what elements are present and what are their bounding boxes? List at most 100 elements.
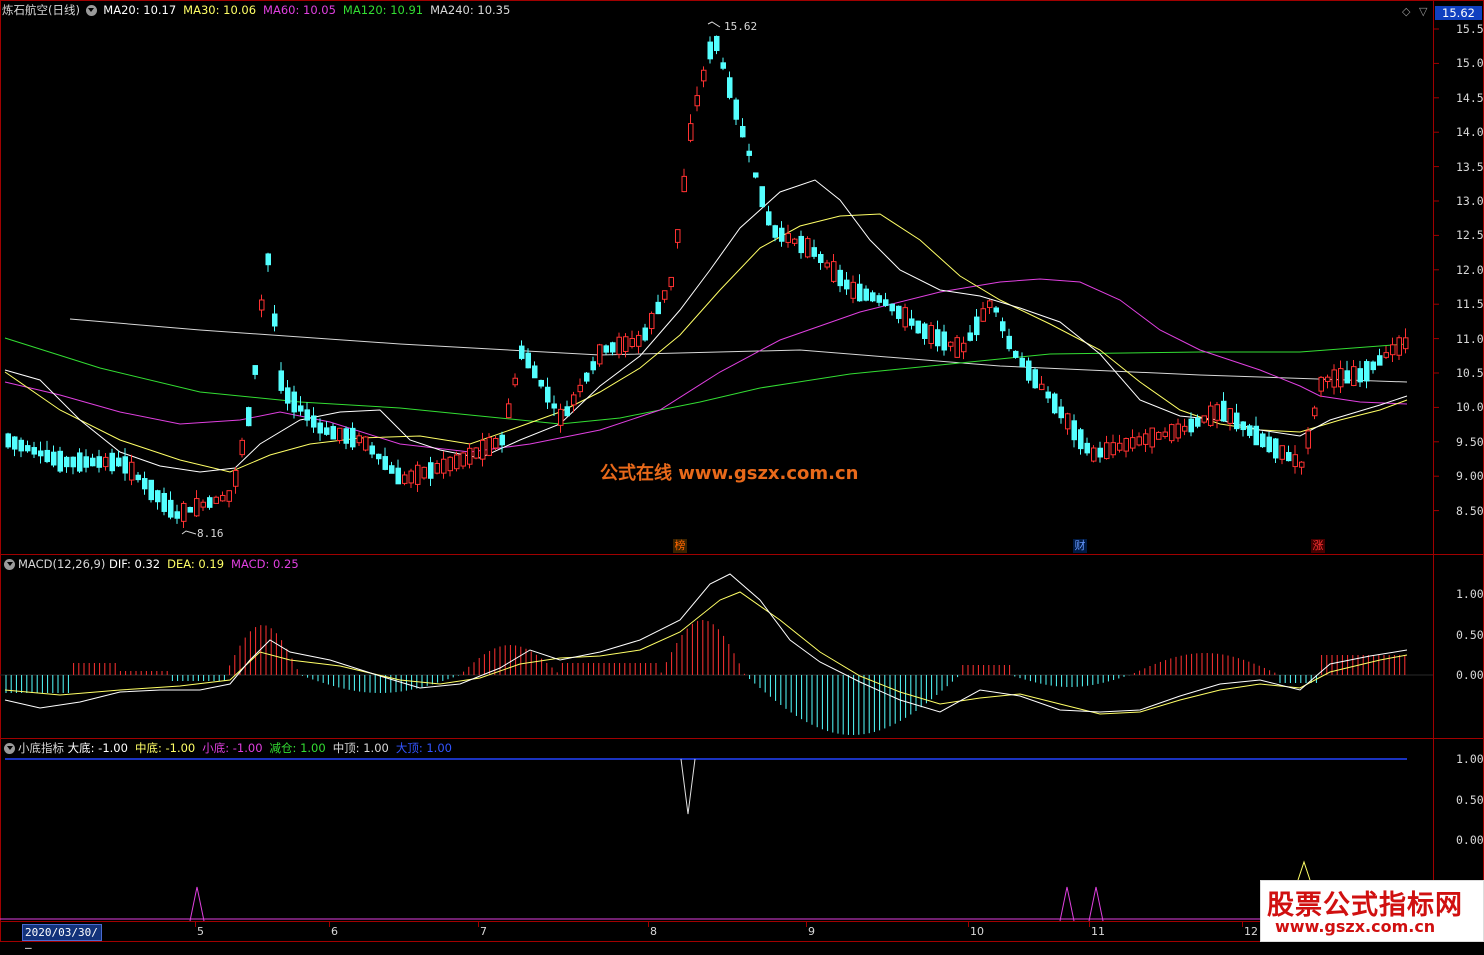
candlestick	[350, 427, 356, 448]
candlestick	[1318, 376, 1324, 392]
month-tick	[1089, 921, 1090, 927]
candlestick	[1071, 420, 1077, 441]
dropdown-icon[interactable]	[4, 559, 15, 570]
candlestick	[233, 469, 239, 487]
candlestick	[109, 452, 115, 472]
ma-item-4: MA240: 10.35	[430, 3, 511, 17]
candlestick	[1156, 431, 1162, 440]
price-tick-label: 12.50	[1456, 228, 1484, 243]
macd-title[interactable]: MACD(12,26,9)	[18, 557, 105, 571]
price-tick-label: 13.00	[1456, 194, 1484, 208]
candlestick	[1208, 405, 1214, 426]
candlestick	[77, 452, 83, 472]
candlestick	[1182, 425, 1188, 432]
diamond-icon[interactable]: ◇	[1402, 5, 1410, 18]
candlestick	[473, 447, 479, 459]
candlestick	[44, 449, 50, 463]
macd-tick-label: 1.00	[1456, 587, 1484, 601]
candlestick	[688, 123, 694, 141]
candlestick	[577, 384, 583, 393]
candlestick	[148, 479, 154, 501]
indicator-top-signal	[680, 758, 696, 815]
candlestick	[1188, 418, 1194, 433]
candlestick	[883, 299, 889, 306]
candlestick	[1162, 431, 1168, 437]
price-tick-label: 11.50	[1456, 297, 1484, 312]
candlestick	[1260, 433, 1266, 448]
candlestick	[434, 463, 440, 474]
candlestick	[649, 312, 655, 330]
candlestick	[246, 407, 252, 427]
indicator-item-4: 中顶: 1.00	[332, 741, 389, 755]
candlestick	[538, 379, 544, 387]
candlestick	[551, 403, 557, 409]
candlestick	[987, 300, 993, 308]
candlestick	[12, 436, 18, 450]
candlestick	[200, 501, 206, 508]
badge-finance[interactable]: 财	[1073, 539, 1087, 553]
macd-tick-label: 0.00	[1456, 668, 1484, 682]
month-label: 12	[1244, 925, 1258, 938]
candlestick	[116, 457, 122, 467]
candlestick	[857, 283, 863, 302]
candlestick	[1091, 447, 1097, 462]
macd-item-0: DIF: 0.32	[109, 557, 161, 571]
candlestick	[785, 233, 791, 243]
candlestick	[285, 387, 291, 404]
candlestick	[1065, 413, 1071, 430]
candlestick	[915, 320, 921, 334]
candlestick	[220, 494, 226, 502]
candlestick	[1104, 442, 1110, 460]
candlestick	[902, 307, 908, 328]
candlestick	[558, 408, 564, 426]
candlestick	[1149, 427, 1155, 448]
price-tick-label: 14.00	[1456, 125, 1484, 140]
chevron-down-icon[interactable]: ▽	[1419, 5, 1427, 18]
candlestick	[662, 290, 668, 300]
dropdown-icon[interactable]	[4, 743, 15, 754]
candlestick	[772, 225, 778, 238]
candlestick	[259, 299, 265, 311]
candlestick	[57, 450, 63, 472]
badge-limit-up[interactable]: 涨	[1311, 539, 1325, 553]
indicator-title[interactable]: 小底指标	[18, 741, 64, 755]
candlestick	[1006, 335, 1012, 350]
candlestick	[798, 235, 804, 254]
badge-rank[interactable]: 榜	[673, 539, 687, 553]
price-tick-label: 8.50	[1456, 503, 1484, 518]
dropdown-icon[interactable]	[85, 5, 97, 16]
candlestick	[1123, 438, 1129, 452]
price-tick-label: 9.50	[1456, 434, 1484, 449]
low-annotation: 8.16	[197, 527, 224, 540]
macd-dea-line	[4, 591, 1408, 715]
macd-item-1: DEA: 0.19	[167, 557, 225, 571]
candlestick	[25, 445, 31, 452]
candlestick	[980, 308, 986, 322]
candlestick	[779, 227, 785, 242]
candlestick	[1357, 368, 1363, 383]
candlestick	[252, 365, 258, 375]
indicator-item-3: 减仓: 1.00	[269, 741, 326, 755]
ma-legend: MA20: 10.17 MA30: 10.06 MA60: 10.05 MA120: …	[103, 3, 517, 17]
candlestick	[850, 281, 856, 299]
candlestick	[720, 62, 726, 69]
candlestick	[96, 456, 102, 468]
candlestick	[31, 447, 37, 455]
candlestick	[1000, 321, 1006, 332]
stock-name[interactable]: 炼石航空	[2, 3, 48, 17]
period-label[interactable]: (日线)	[48, 3, 80, 17]
candlestick	[395, 467, 401, 485]
indicator-item-0: 大底: -1.00	[67, 741, 128, 755]
candlestick	[922, 323, 928, 339]
logo-url: www.gszx.com.cn	[1275, 917, 1436, 936]
candlestick	[1201, 415, 1207, 423]
candlestick	[675, 229, 681, 243]
indicator-bottom-signal-2	[1059, 886, 1075, 922]
candlestick	[1299, 461, 1305, 468]
candlestick	[213, 496, 219, 504]
watermark-text: 公式在线 www.gszx.com.cn	[600, 463, 859, 484]
candlestick	[155, 490, 161, 503]
candlestick	[207, 497, 213, 508]
candlestick	[876, 295, 882, 303]
date-cursor-box[interactable]: 2020/03/30/—	[22, 924, 102, 954]
